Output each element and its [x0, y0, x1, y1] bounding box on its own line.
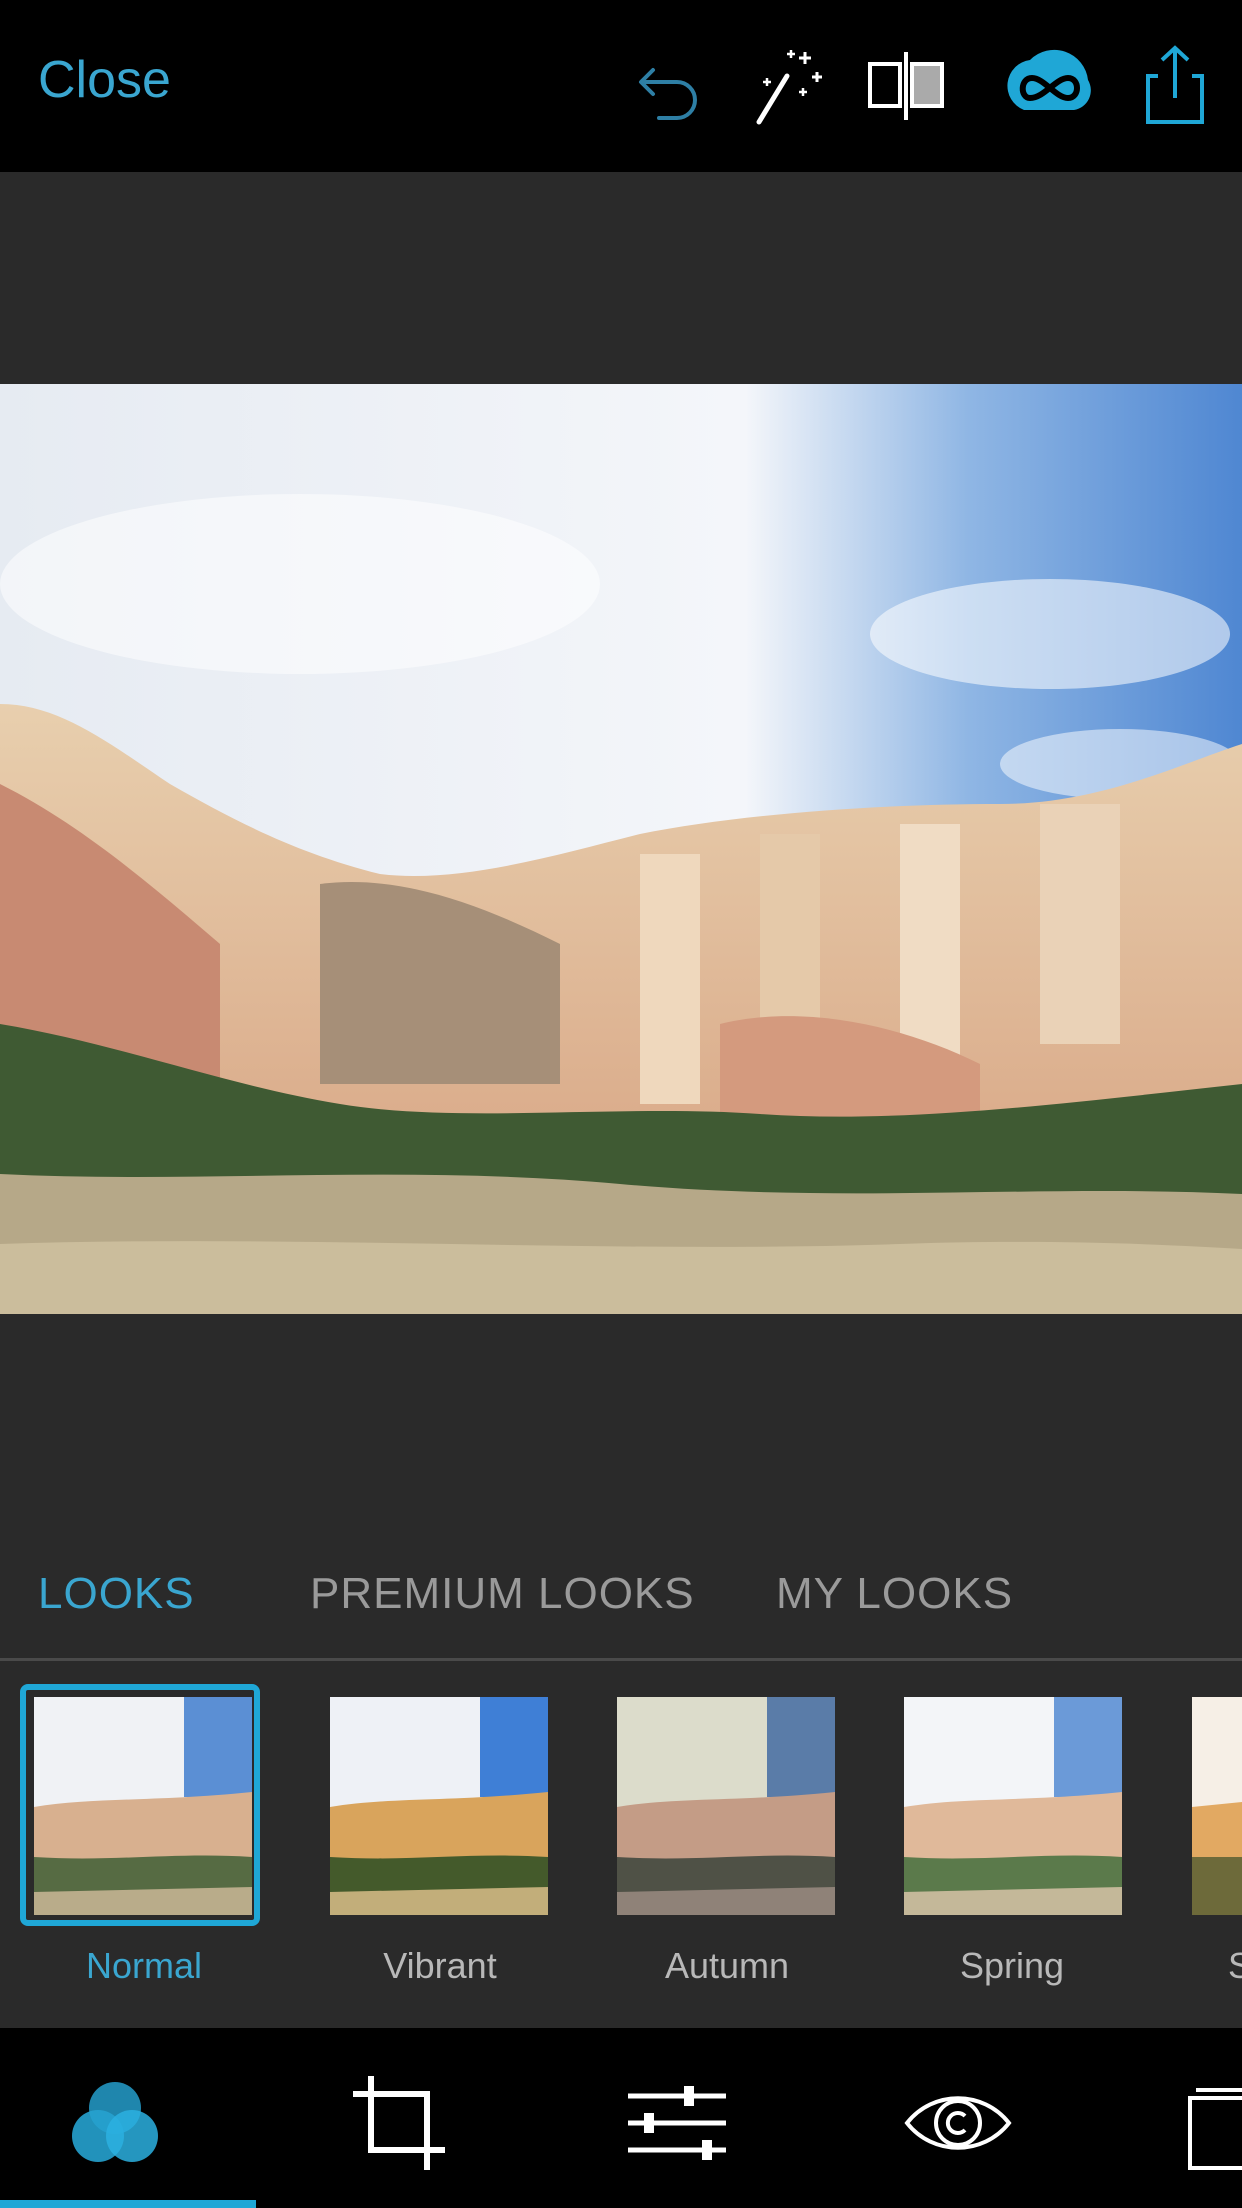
looks-icon[interactable] [60, 2068, 170, 2178]
crop-icon[interactable] [345, 2068, 455, 2178]
look-thumbnail-partial[interactable] [1192, 1697, 1242, 1915]
red-eye-icon[interactable] [903, 2068, 1013, 2178]
tab-my-looks[interactable]: MY LOOKS [776, 1569, 1013, 1619]
look-thumbnail-autumn[interactable] [617, 1697, 835, 1915]
look-label-autumn: Autumn [664, 1945, 790, 1986]
borders-icon[interactable] [1182, 2068, 1242, 2178]
share-icon[interactable] [1130, 40, 1220, 130]
adjustments-sliders-icon[interactable] [622, 2068, 732, 2178]
bottom-toolbar [0, 2028, 1242, 2208]
tab-looks[interactable]: LOOKS [38, 1569, 195, 1619]
look-label-normal: Normal [85, 1945, 202, 1986]
close-button[interactable]: Close [38, 50, 171, 110]
look-thumbnail-vibrant[interactable] [330, 1697, 548, 1915]
look-label-partial: S [1228, 1945, 1242, 1986]
undo-icon[interactable] [625, 40, 715, 130]
tab-divider [0, 1658, 1242, 1661]
compare-split-icon[interactable] [862, 40, 952, 130]
edited-photo-canyon [0, 384, 1242, 1314]
looks-tab-bar: LOOKS PREMIUM LOOKS MY LOOKS [0, 1545, 1242, 1660]
look-label-spring: Spring [959, 1945, 1065, 1986]
auto-enhance-wand-icon[interactable] [745, 40, 835, 130]
tab-premium-looks[interactable]: PREMIUM LOOKS [310, 1569, 695, 1619]
look-label-vibrant: Vibrant [383, 1945, 497, 1986]
top-toolbar: Close [0, 0, 1242, 172]
look-thumbnail-normal[interactable] [34, 1697, 252, 1915]
look-thumbnail-spring[interactable] [904, 1697, 1122, 1915]
active-tool-indicator [0, 2200, 256, 2208]
creative-cloud-icon[interactable] [1000, 40, 1100, 130]
